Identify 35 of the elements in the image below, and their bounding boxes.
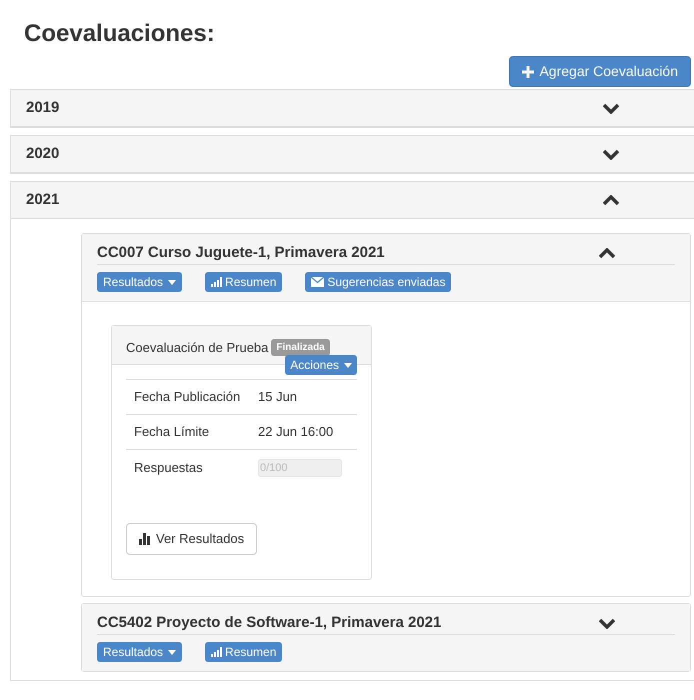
actions-dropdown-button[interactable]: Acciones [285, 355, 357, 375]
summary-button[interactable]: Resumen [205, 642, 282, 662]
suggestions-button[interactable]: Sugerencias enviadas [305, 272, 452, 292]
evaluation-title: Coevaluación de Prueba [126, 339, 268, 357]
caret-down-icon [344, 362, 352, 368]
chevron-up-icon[interactable] [603, 194, 619, 206]
caret-down-icon [168, 650, 176, 654]
results-dropdown-button[interactable]: Resultados [97, 642, 182, 662]
results-dropdown-button[interactable]: Resultados [97, 272, 182, 292]
add-evaluation-button[interactable]: Agregar Coevaluación [509, 56, 691, 87]
signal-bars-icon [211, 647, 222, 657]
page-title: Coevaluaciones: [23, 19, 216, 48]
row-label: Fecha Límite [133, 423, 210, 442]
chevron-down-icon[interactable] [603, 148, 619, 160]
status-badge: Finalizada [271, 339, 330, 356]
envelope-icon [311, 277, 324, 287]
row-value: 15 Jun [258, 388, 298, 406]
row-label: Fecha Publicación [133, 388, 242, 406]
plus-icon [522, 66, 534, 78]
year-label: 2020 [26, 144, 60, 164]
caret-down-icon [168, 280, 176, 284]
course-title: CC007 Curso Juguete-1, Primavera 2021 [97, 242, 385, 263]
year-header[interactable]: 2021 [11, 182, 694, 219]
row-label: Respuestas [133, 458, 204, 477]
course-title: CC5402 Proyecto de Software-1, Primavera 2021 [97, 612, 442, 633]
chevron-down-icon[interactable] [603, 102, 619, 114]
view-results-button[interactable]: Ver Resultados [126, 523, 258, 555]
year-label: 2019 [26, 98, 60, 118]
chevron-down-icon[interactable] [599, 618, 615, 628]
signal-bars-icon [211, 277, 222, 287]
summary-button[interactable]: Resumen [205, 272, 282, 292]
year-label: 2021 [26, 190, 60, 210]
chevron-up-icon[interactable] [599, 248, 615, 258]
bar-chart-icon [139, 533, 152, 545]
row-value: 22 Jun 16:00 [258, 423, 334, 442]
